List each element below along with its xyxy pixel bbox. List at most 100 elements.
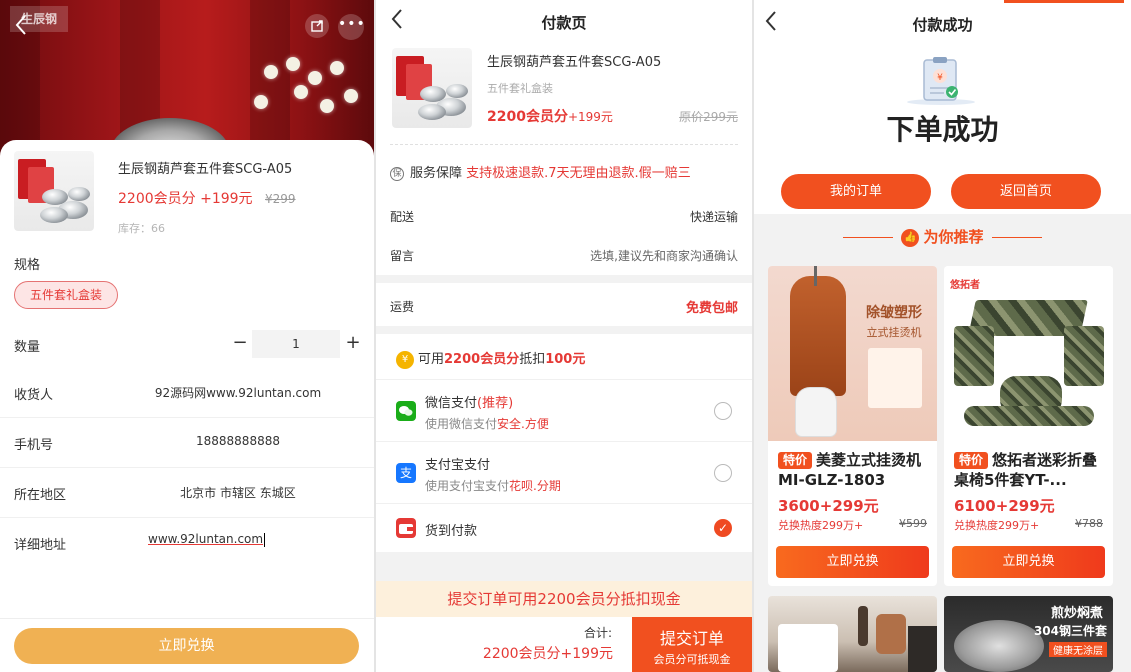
success-header: 付款成功 ¥ 下单成功 我的订单 返回首页: [754, 0, 1131, 214]
shipping-value: 免费包邮: [685, 301, 738, 316]
my-orders-button[interactable]: 我的订单: [781, 174, 931, 209]
product-old-price: ¥788: [1075, 517, 1103, 530]
points-value: 100元: [545, 352, 586, 367]
product-name: 特价 悠拓者迷彩折叠桌椅5件套YT-...: [954, 450, 1106, 490]
region-row: 所在地区 北京市 市辖区 东城区: [0, 468, 374, 518]
cod-name: 货到付款: [425, 524, 478, 539]
address-label: 详细地址: [14, 538, 67, 553]
submit-order-button[interactable]: 提交订单 会员分可抵现金: [632, 617, 752, 672]
service-label: 服务保障: [410, 166, 463, 181]
points-deduction: ¥ 可用2200会员分抵扣100元: [396, 348, 585, 369]
svg-text:¥: ¥: [937, 73, 943, 83]
submit-order-label: 提交订单: [659, 629, 724, 648]
coin-icon: ¥: [396, 350, 414, 369]
heading-line-right: [991, 237, 1042, 238]
partial-banner-sub: 304钢三件套: [1033, 624, 1107, 638]
special-tag: 特价: [954, 452, 989, 469]
note-row: 留言 选填,建议先和商家沟通确认: [390, 247, 738, 264]
product-popularity: 兑换热度299万+: [954, 519, 1040, 532]
alipay-radio[interactable]: [714, 464, 732, 482]
quantity-minus-button[interactable]: −: [230, 334, 250, 354]
note-input[interactable]: 选填,建议先和商家沟通确认: [590, 247, 738, 264]
wechat-pay-option[interactable]: 微信支付(推荐) 使用微信支付安全.方便: [376, 379, 752, 441]
exchange-now-button[interactable]: 立即兑换: [952, 546, 1105, 578]
alipay-option[interactable]: 支 支付宝支付 使用支付宝支付花呗.分期: [376, 441, 752, 503]
cod-option[interactable]: 货到付款 ✓: [376, 503, 752, 552]
check-icon[interactable]: ✓: [714, 519, 732, 537]
price-points: 2200会员分: [118, 191, 196, 207]
product-price: 2200会员分+199元: [487, 106, 613, 126]
product-price: 2200会员分 +199元 ¥299: [118, 188, 296, 208]
delivery-label: 配送: [390, 210, 415, 224]
quantity-plus-button[interactable]: +: [343, 334, 363, 354]
consignee-input[interactable]: 92源码网www.92luntan.com: [130, 384, 346, 401]
product-card-partial[interactable]: 煎炒焖煮 304钢三件套 健康无涂层: [944, 596, 1113, 672]
success-headline: 下单成功: [886, 113, 999, 146]
shipping-row: 运费 免费包邮: [376, 283, 752, 326]
total-value: 2200会员分+199元: [482, 646, 613, 662]
spec-label: 规格: [14, 258, 41, 273]
product-banner-text: 除皱塑形: [866, 305, 922, 321]
total-label: 合计:: [583, 626, 612, 640]
partial-banner-title: 煎炒焖煮: [1050, 606, 1103, 621]
back-home-button[interactable]: 返回首页: [951, 174, 1101, 209]
spec-option-chip[interactable]: 五件套礼盒装: [14, 281, 118, 309]
exchange-panel: 生辰钢 ••• 生辰钢葫芦套五件套SCG-A05 2200会员分 +199元 ¥…: [0, 0, 374, 672]
quantity-label: 数量: [14, 340, 41, 355]
wechat-pay-name: 微信支付(推荐): [425, 392, 513, 411]
shield-icon: 保: [390, 166, 404, 181]
product-card[interactable]: 除皱塑形 立式挂烫机 特价 美菱立式挂烫机MI-GLZ-1803 3600+299…: [768, 266, 937, 586]
phone-row: 手机号 18888888888: [0, 418, 374, 468]
points-banner: 提交订单可用2200会员分抵扣现金: [376, 581, 752, 617]
product-price: 3600+299元: [778, 497, 879, 515]
price-cash: +199元: [200, 191, 253, 207]
heading-line-left: [843, 237, 894, 238]
region-selector[interactable]: 北京市 市辖区 东城区: [130, 484, 346, 501]
product-thumbnail: [14, 151, 94, 231]
wechat-pay-icon: [396, 401, 416, 421]
alipay-icon: 支: [396, 463, 416, 483]
checkout-panel: 付款页 生辰钢葫芦套五件套SCG-A05 五件套礼盒装 2200会员分+199元…: [376, 0, 752, 672]
stock-text: 库存：66: [118, 222, 165, 235]
partial-banner-note: 健康无涂层: [1049, 642, 1107, 657]
exchange-now-button[interactable]: 立即兑换: [776, 546, 929, 578]
alipay-name: 支付宝支付: [425, 458, 491, 473]
address-row: 详细地址 www.92luntan.com: [0, 518, 374, 568]
order-summary-card: 付款页 生辰钢葫芦套五件套SCG-A05 五件套礼盒装 2200会员分+199元…: [376, 0, 752, 275]
old-price: ¥299: [265, 192, 296, 206]
share-icon[interactable]: [305, 14, 329, 38]
delivery-value[interactable]: 快递运输: [690, 208, 738, 225]
service-text: 支持极速退款.7天无理由退款.假一赔三: [466, 166, 691, 181]
phone-input[interactable]: 18888888888: [130, 434, 346, 448]
back-icon[interactable]: [14, 14, 42, 42]
address-input[interactable]: www.92luntan.com: [148, 532, 266, 547]
delivery-row: 配送 快递运输: [390, 208, 738, 225]
checkout-footer: 合计: 2200会员分+199元 提交订单 会员分可抵现金: [376, 617, 752, 672]
points-amount: 2200会员分: [444, 352, 520, 367]
top-accent-bar: [1004, 0, 1124, 3]
more-icon[interactable]: •••: [338, 14, 365, 40]
product-spec: 五件套礼盒装: [487, 82, 553, 95]
alipay-desc-highlight: 花呗.分期: [509, 479, 561, 493]
phone-label: 手机号: [14, 438, 54, 453]
wechat-radio[interactable]: [714, 402, 732, 420]
thumbs-up-icon: 👍: [901, 228, 920, 247]
quantity-input[interactable]: 1: [252, 330, 340, 358]
original-price-value: 299元: [703, 110, 738, 124]
alipay-desc-prefix: 使用支付宝支付: [425, 479, 510, 493]
product-image: 除皱塑形 立式挂烫机: [768, 266, 937, 441]
product-card-partial[interactable]: [768, 596, 937, 672]
price-cash: +199元: [567, 110, 613, 124]
recommend-heading: 👍 为你推荐: [754, 226, 1131, 247]
wechat-pay-desc: 使用微信支付安全.方便: [425, 415, 549, 432]
price-points: 2200会员分: [487, 109, 568, 125]
exchange-now-button[interactable]: 立即兑换: [14, 628, 359, 664]
product-card[interactable]: 悠拓者 特价 悠拓者迷彩折叠桌椅5件套YT-... 6100+299元 兑换热度2…: [944, 266, 1113, 586]
product-title: 生辰钢葫芦套五件套SCG-A05: [487, 55, 662, 70]
wechat-desc-prefix: 使用微信支付: [425, 417, 498, 431]
page-title: 付款成功: [912, 16, 973, 34]
points-mid: 抵扣: [519, 352, 546, 367]
product-price: 6100+299元: [954, 497, 1055, 515]
product-popularity: 兑换热度299万+: [778, 519, 864, 532]
original-price: 原价299元: [679, 108, 738, 125]
